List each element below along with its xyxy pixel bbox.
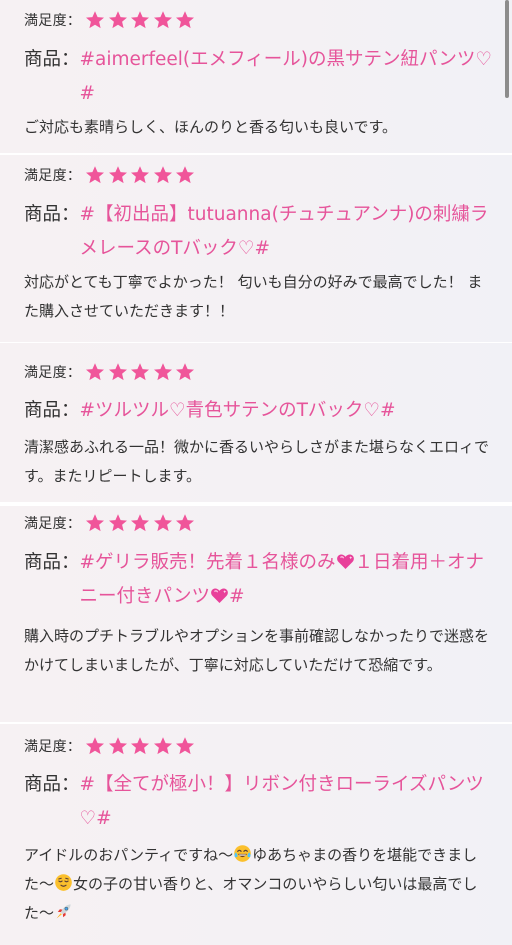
review-card: 満足度： 商品： #ツルツル♡青色サテンのTバック♡# 清潔感あふれる一品！微か… (0, 343, 512, 502)
relieved-face-emoji (55, 874, 72, 891)
star-icon (108, 165, 128, 185)
review-card: 満足度： 商品： #【初出品】tutuanna(チュチュアンナ)の刺繍ラメレース… (0, 155, 512, 342)
rating-row: 満足度： (24, 9, 198, 31)
comment-part: アイドルのおパンティですね〜 (24, 846, 234, 864)
review-comment: 購入時のプチトラブルやオプションを事前確認しなかったりで迷惑をかけてしまいました… (24, 627, 490, 674)
product-label: 商品： (24, 204, 80, 225)
product-line: 商品： #【初出品】tutuanna(チュチュアンナ)の刺繍ラメレースのTバック… (24, 198, 494, 266)
review-list: 満足度： 商品： #aimerfeel(エメフィール)の黒サテン紐パンツ♡# ご… (0, 0, 512, 945)
product-name-part: #ゲリラ販売！先着１名様のみ (79, 552, 336, 573)
star-icon (153, 165, 173, 185)
star-icon (153, 736, 173, 756)
product-link[interactable]: #【全てが極小！】リボン付きローライズパンツ♡# (80, 768, 494, 836)
star-icon (175, 736, 195, 756)
star-icon (153, 513, 173, 533)
star-icon (130, 362, 150, 382)
star-icon (85, 10, 105, 30)
star-icon (153, 362, 173, 382)
rating-row: 満足度： (24, 735, 198, 757)
star-icon (108, 736, 128, 756)
rating-label: 満足度： (24, 13, 82, 29)
product-line: 商品： #ゲリラ販売！先着１名様のみ １日着用＋オナニー付きパンツ # (24, 546, 494, 614)
product-link[interactable]: #aimerfeel(エメフィール)の黒サテン紐パンツ♡# (80, 43, 494, 111)
rating-row: 満足度： (24, 512, 198, 534)
product-label: 商品： (24, 774, 80, 795)
tears-of-joy-emoji (234, 845, 251, 862)
scrollbar[interactable] (505, 0, 509, 98)
review-card: 満足度： 商品： #【全てが極小！】リボン付きローライズパンツ♡# アイドルのお… (0, 724, 512, 945)
star-icon (108, 513, 128, 533)
review-comment: 対応がとても丁寧でよかった！ 匂いも自分の好みで最高でした！ また購入させていた… (24, 273, 483, 320)
star-icon (175, 513, 195, 533)
product-line: 商品： #aimerfeel(エメフィール)の黒サテン紐パンツ♡# (24, 43, 494, 111)
rating-label: 満足度： (24, 365, 82, 381)
star-icon (85, 165, 105, 185)
star-rating (85, 736, 198, 756)
star-icon (85, 736, 105, 756)
review-card: 満足度： 商品： #aimerfeel(エメフィール)の黒サテン紐パンツ♡# ご… (0, 0, 512, 153)
star-icon (175, 362, 195, 382)
product-name-part: # (228, 586, 245, 607)
star-icon (130, 736, 150, 756)
star-icon (108, 10, 128, 30)
rating-label: 満足度： (24, 516, 82, 532)
rocket-emoji (56, 904, 71, 919)
product-link[interactable]: #ゲリラ販売！先着１名様のみ １日着用＋オナニー付きパンツ # (80, 546, 494, 614)
star-icon (130, 10, 150, 30)
review-comment: 清潔感あふれる一品！微かに香るいやらしさがまた堪らなくエロィです。またリピートし… (24, 438, 490, 485)
rating-label: 満足度： (24, 739, 82, 755)
rating-row: 満足度： (24, 164, 198, 186)
product-link[interactable]: #ツルツル♡青色サテンのTバック♡# (80, 394, 494, 428)
star-icon (85, 513, 105, 533)
review-card: 満足度： 商品： #ゲリラ販売！先着１名様のみ １日着用＋オナニー付きパンツ # 購… (0, 506, 512, 722)
star-icon (175, 165, 195, 185)
star-icon (130, 165, 150, 185)
rating-label: 満足度： (24, 168, 82, 184)
star-icon (108, 362, 128, 382)
star-rating (85, 362, 198, 382)
star-rating (85, 10, 198, 30)
review-comment: ご対応も素晴らしく、ほんのりと香る匂いも良いです。 (24, 118, 398, 136)
rating-row: 満足度： (24, 361, 198, 383)
product-label: 商品： (24, 400, 80, 421)
comment-part: 女の子の甘い香りと、オマンコのいやらしい匂いは最高でした〜 (24, 875, 478, 922)
product-label: 商品： (24, 552, 80, 573)
product-label: 商品： (24, 49, 80, 70)
star-icon (85, 362, 105, 382)
review-comment: アイドルのおパンティですね〜 ゆあちゃまの香りを堪能できました〜 女の子の甘い香りと… (24, 841, 496, 928)
star-icon (175, 10, 195, 30)
product-line: 商品： #【全てが極小！】リボン付きローライズパンツ♡# (24, 768, 494, 836)
star-rating (85, 165, 198, 185)
star-icon (153, 10, 173, 30)
star-icon (130, 513, 150, 533)
pink-heart-icon (336, 554, 354, 570)
pink-heart-icon (211, 588, 228, 604)
product-link[interactable]: #【初出品】tutuanna(チュチュアンナ)の刺繍ラメレースのTバック♡# (80, 198, 494, 266)
product-line: 商品： #ツルツル♡青色サテンのTバック♡# (24, 394, 494, 428)
star-rating (85, 513, 198, 533)
